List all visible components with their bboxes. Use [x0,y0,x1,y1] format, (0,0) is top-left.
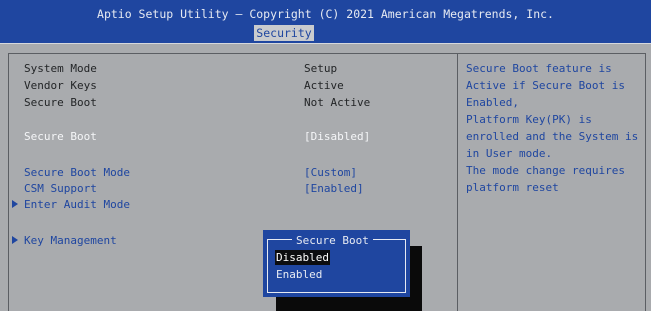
help-text-line: platform reset [466,181,559,194]
secure-boot-popup: Secure Boot Disabled Enabled [263,230,410,297]
header-divider [0,43,651,44]
vendor-keys-value: Active [304,79,344,92]
popup-title: Secure Boot [292,233,373,248]
tab-security[interactable]: Security [254,25,314,41]
help-divider [457,53,458,311]
enter-audit-mode-item[interactable]: Enter Audit Mode [24,197,130,212]
secure-boot-status-label: Secure Boot [24,96,97,109]
help-text-line: Enabled, [466,96,519,109]
csm-support-value[interactable]: [Enabled] [304,181,364,196]
app-title: Aptio Setup Utility – Copyright (C) 2021… [97,7,554,21]
system-mode-label: System Mode [24,62,97,75]
header-bar: Aptio Setup Utility – Copyright (C) 2021… [0,0,651,44]
help-text-line: in User mode. [466,147,553,160]
secure-boot-mode-label[interactable]: Secure Boot Mode [24,165,130,180]
help-text-line: The mode change requires [466,164,625,177]
secure-boot-mode-value[interactable]: [Custom] [304,165,357,180]
popup-option-disabled[interactable]: Disabled [275,250,330,265]
csm-support-label[interactable]: CSM Support [24,181,97,196]
system-mode-value: Setup [304,62,338,75]
help-text-line: Active if Secure Boot is [466,79,625,92]
vendor-keys-label: Vendor Keys [24,79,97,92]
secure-boot-status-value: Not Active [304,96,371,109]
secure-boot-option-value[interactable]: [Disabled] [304,129,370,144]
submenu-arrow-icon [12,200,18,208]
help-text-line: Platform Key(PK) is [466,113,592,126]
key-management-item[interactable]: Key Management [24,233,117,248]
secure-boot-option-label[interactable]: Secure Boot [24,129,97,144]
popup-option-enabled[interactable]: Enabled [276,267,322,282]
help-text-line: Secure Boot feature is [466,62,612,75]
submenu-arrow-icon [12,236,18,244]
help-text-line: enrolled and the System is [466,130,639,143]
